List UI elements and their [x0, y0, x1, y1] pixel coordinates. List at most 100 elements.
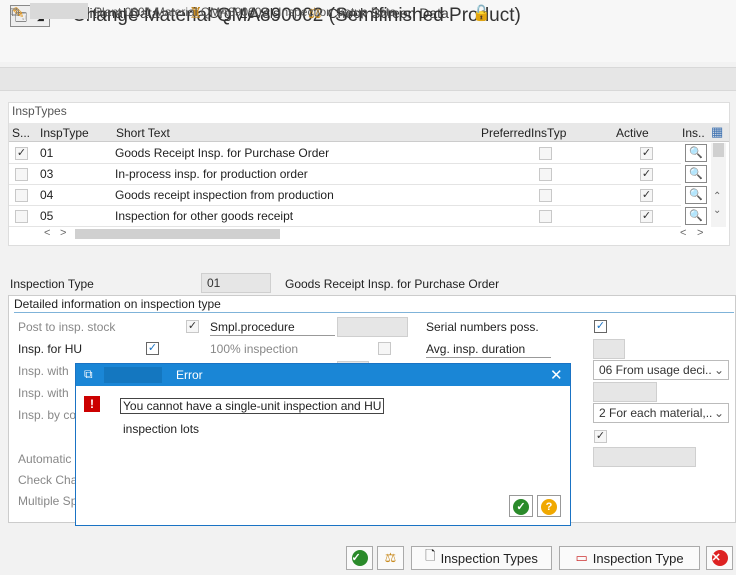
- detail-group-title: Detailed information on inspection type: [14, 297, 221, 311]
- checkmark-icon: ✓: [513, 498, 529, 515]
- check-screen-icon: ⚖: [384, 550, 397, 565]
- results-recording-dropdown[interactable]: 06 From usage deci.. ⌄: [593, 360, 729, 380]
- header-toggle-icon[interactable]: ⧉: [10, 4, 19, 20]
- redacted-field: [30, 3, 88, 19]
- col-header-insptype[interactable]: InspType: [40, 126, 89, 140]
- check-button[interactable]: ⚖: [377, 546, 404, 570]
- dropdown-1-value: 06 From usage deci..: [599, 363, 712, 377]
- inspection-100-label: 100% inspection: [210, 342, 299, 356]
- col-header-select[interactable]: S...: [12, 126, 30, 140]
- active-checkbox[interactable]: ✓: [640, 189, 653, 202]
- col-header-preferred[interactable]: PreferredInsTyp: [481, 126, 566, 140]
- delete-row-icon: ▭: [575, 550, 588, 565]
- insp-with-label-1: Insp. with: [18, 364, 69, 378]
- insp-by-co-label: Insp. by co: [18, 408, 77, 422]
- insp-setup-button[interactable]: 🔍: [685, 144, 707, 162]
- dialog-redacted: [104, 367, 162, 383]
- row-select-checkbox[interactable]: [15, 168, 28, 181]
- row-insptype: 05: [40, 209, 54, 223]
- table-row[interactable]: 05 Inspection for other goods receipt ✓: [9, 206, 681, 227]
- serial-numbers-checkbox[interactable]: ✓: [594, 320, 607, 333]
- header-info-text: Plant 0001 Material QMA890002 : Inspecti…: [94, 5, 397, 19]
- insp-setup-button[interactable]: 🔍: [685, 186, 707, 204]
- vertical-scrollbar[interactable]: ⌃ ⌄: [711, 143, 726, 227]
- dropdown-2-value: 2 For each material,..: [599, 406, 713, 420]
- check-char-label: Check Char: [18, 473, 82, 487]
- smpl-procedure-label: Smpl.procedure: [210, 320, 295, 334]
- row-select-checkbox[interactable]: [15, 189, 28, 202]
- inspection-types-label: Inspection Types: [440, 550, 538, 566]
- hidden-checkbox[interactable]: ✓: [594, 430, 607, 443]
- row-insptype: 01: [40, 146, 54, 160]
- close-icon[interactable]: ✕: [550, 366, 563, 384]
- avg-insp-duration-label: Avg. insp. duration: [426, 342, 526, 356]
- error-message-line2: inspection lots: [123, 422, 200, 436]
- chevron-down-icon: ⌄: [713, 363, 724, 377]
- cancel-button[interactable]: ✕: [706, 546, 733, 570]
- continue-button[interactable]: ✓: [346, 546, 373, 570]
- avg-insp-duration-field[interactable]: [593, 339, 625, 359]
- scroll-left-icon[interactable]: <: [44, 227, 50, 239]
- error-icon: !: [84, 396, 100, 412]
- help-icon: ?: [541, 498, 557, 515]
- scroll-left-icon-2[interactable]: <: [680, 227, 686, 239]
- row-insptype: 04: [40, 188, 54, 202]
- header-info-bar: [0, 67, 736, 91]
- insp-for-hu-checkbox[interactable]: ✓: [146, 342, 159, 355]
- preferred-checkbox[interactable]: [539, 168, 552, 181]
- dialog-help-button[interactable]: ?: [537, 495, 561, 517]
- row-select-checkbox[interactable]: ✓: [15, 147, 28, 160]
- hidden-field-3[interactable]: [593, 447, 696, 467]
- scroll-right-icon[interactable]: >: [60, 227, 66, 239]
- smpl-procedure-underline: [210, 335, 335, 336]
- control-insp-lot-dropdown[interactable]: 2 For each material,.. ⌄: [593, 403, 729, 423]
- preferred-checkbox[interactable]: [539, 147, 552, 160]
- dialog-title: Error: [176, 368, 203, 382]
- active-checkbox[interactable]: ✓: [640, 168, 653, 181]
- cancel-icon: ✕: [711, 550, 728, 566]
- horizontal-scroll-thumb[interactable]: [75, 229, 280, 239]
- checkmark-icon: ✓: [351, 550, 368, 566]
- dialog-ok-button[interactable]: ✓: [509, 495, 533, 517]
- table-row[interactable]: 03 In-process insp. for production order…: [9, 164, 681, 185]
- table-settings-icon[interactable]: ▦: [711, 124, 723, 140]
- inspection-type-label: Inspection Type: [592, 550, 684, 566]
- insp-for-hu-label: Insp. for HU: [18, 342, 83, 356]
- row-short-text: Goods receipt inspection from production: [115, 188, 334, 202]
- active-checkbox[interactable]: ✓: [640, 210, 653, 223]
- post-to-insp-stock-checkbox[interactable]: ✓: [186, 320, 199, 333]
- document-icon: 🗋: [425, 548, 436, 563]
- error-message-line1: You cannot have a single-unit inspection…: [120, 398, 385, 414]
- hidden-field-2[interactable]: [593, 382, 657, 402]
- scroll-right-icon-2[interactable]: >: [697, 227, 703, 239]
- preferred-checkbox[interactable]: [539, 210, 552, 223]
- lock-button[interactable]: 🔓: [472, 3, 491, 23]
- active-checkbox[interactable]: ✓: [640, 147, 653, 160]
- row-short-text: Inspection for other goods receipt: [115, 209, 294, 223]
- insp-setup-button[interactable]: 🔍: [685, 165, 707, 183]
- col-header-active[interactable]: Active: [616, 126, 649, 140]
- avg-insp-duration-underline: [426, 357, 551, 358]
- inspection-types-button[interactable]: 🗋 Inspection Types: [411, 546, 552, 570]
- inspection-type-button[interactable]: ▭ Inspection Type: [559, 546, 700, 570]
- smpl-procedure-field[interactable]: [337, 317, 408, 337]
- post-to-insp-stock-label: Post to insp. stock: [18, 320, 116, 334]
- scroll-up-icon[interactable]: ⌃: [713, 191, 721, 202]
- lock-icon: 🔓: [472, 5, 491, 22]
- row-short-text: Goods Receipt Insp. for Purchase Order: [115, 146, 330, 160]
- table-row[interactable]: 04 Goods receipt inspection from product…: [9, 185, 681, 206]
- preferred-checkbox[interactable]: [539, 189, 552, 202]
- table-row[interactable]: ✓ 01 Goods Receipt Insp. for Purchase Or…: [9, 143, 681, 164]
- row-insptype: 03: [40, 167, 54, 181]
- scroll-thumb[interactable]: [713, 143, 724, 157]
- col-header-ins[interactable]: Ins..: [682, 126, 705, 140]
- inspection-100-checkbox[interactable]: [378, 342, 391, 355]
- row-select-checkbox[interactable]: [15, 210, 28, 223]
- table-header: S... InspType Short Text PreferredInsTyp…: [9, 123, 729, 142]
- scroll-down-icon[interactable]: ⌄: [713, 205, 721, 216]
- insp-setup-button[interactable]: 🔍: [685, 207, 707, 225]
- col-header-short-text[interactable]: Short Text: [116, 126, 170, 140]
- row-short-text: In-process insp. for production order: [115, 167, 308, 181]
- dialog-menu-icon[interactable]: ⧉: [84, 367, 93, 382]
- automatic-label: Automatic: [18, 452, 72, 466]
